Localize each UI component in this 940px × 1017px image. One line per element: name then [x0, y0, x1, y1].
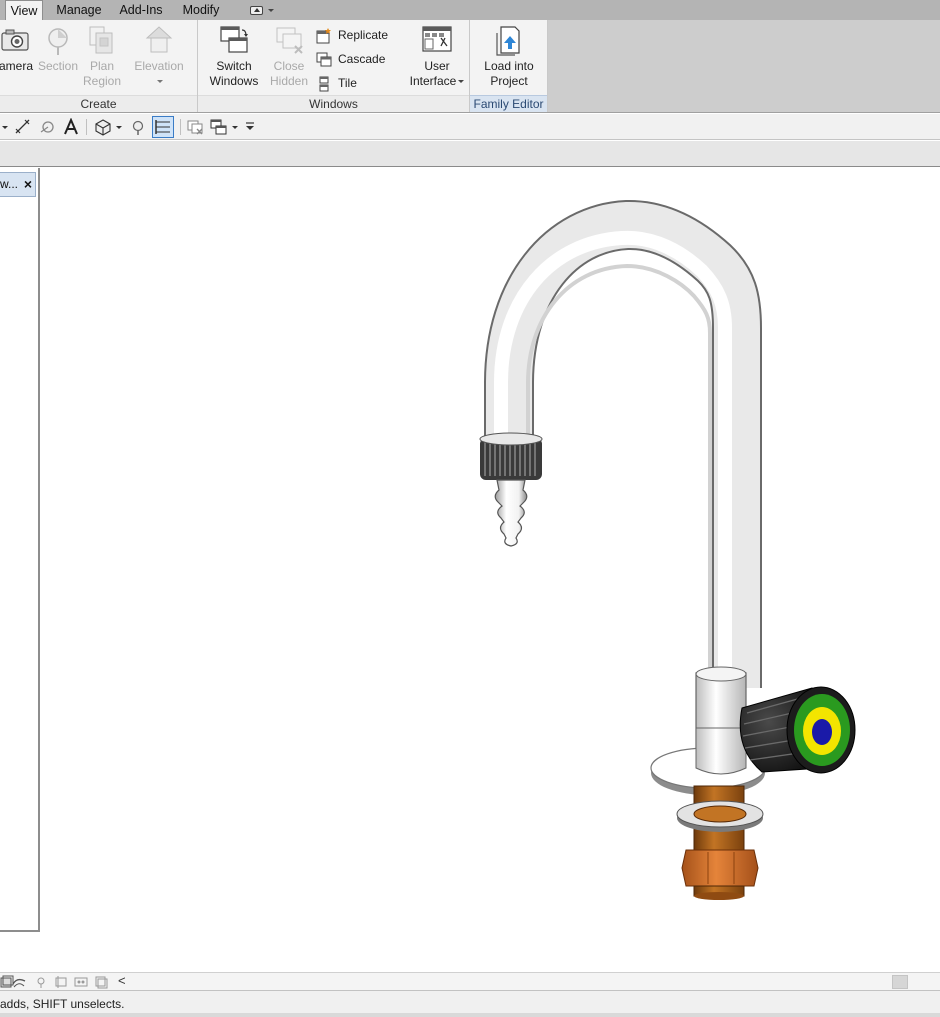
minimize-ribbon-icon: [250, 6, 264, 16]
collapse-view-controls-icon[interactable]: <: [118, 973, 126, 988]
camera-button[interactable]: amera: [0, 24, 34, 74]
close-hidden-button[interactable]: Close Hidden: [268, 24, 310, 89]
text-icon[interactable]: [62, 118, 80, 136]
crop-view-icon[interactable]: [54, 975, 68, 989]
replicate-icon: [316, 28, 331, 44]
elevation-label: Elevation: [134, 59, 184, 73]
switch-windows-button[interactable]: Switch Windows: [208, 24, 260, 104]
shadows-icon[interactable]: [34, 975, 48, 989]
customize-toolbar-icon[interactable]: [244, 118, 256, 136]
drawing-canvas[interactable]: [42, 168, 940, 974]
section-tool-icon[interactable]: [130, 118, 148, 136]
close-icon[interactable]: ×: [24, 173, 32, 196]
show-crop-region-icon[interactable]: [74, 975, 88, 989]
panel-title-windows: Windows: [198, 95, 469, 112]
ribbon-minimize-toggle[interactable]: [246, 0, 278, 20]
switch-windows-label-1: Switch: [216, 59, 252, 73]
close-hidden-label-2: Hidden: [269, 74, 309, 88]
tab-add-ins[interactable]: Add-Ins: [114, 0, 168, 20]
view-control-bar: <: [0, 972, 940, 990]
default-3d-view-icon[interactable]: [94, 118, 112, 136]
temporary-hide-icon[interactable]: [94, 975, 108, 989]
tile-icon: [319, 76, 329, 92]
section-label: Section: [37, 59, 79, 73]
horizontal-scrollbar-thumb[interactable]: [892, 975, 908, 989]
elevation-icon: [145, 26, 173, 53]
panel-family-editor: Load into Project Family Editor: [470, 20, 548, 112]
section-button[interactable]: Section: [36, 24, 80, 74]
replicate-label: Replicate: [338, 28, 389, 42]
close-hidden-icon: [276, 27, 303, 54]
status-bar: adds, SHIFT unselects.: [0, 990, 940, 1017]
palette-title: w...: [0, 177, 19, 191]
tab-modify[interactable]: Modify: [176, 0, 226, 20]
measure-icon[interactable]: [38, 118, 56, 136]
status-bar-strip: [0, 1013, 940, 1017]
toolbar-separator: [86, 119, 87, 135]
chevron-down-icon: [458, 80, 465, 84]
plan-region-icon: [89, 26, 113, 54]
close-hidden-windows-icon[interactable]: [186, 118, 204, 136]
load-into-project-label-1: Load into: [484, 59, 534, 73]
user-interface-button[interactable]: User Interface: [408, 24, 466, 89]
faucet-3d-model[interactable]: [42, 168, 940, 974]
quick-access-toolbar: [0, 114, 940, 140]
cascade-label: Cascade: [338, 52, 386, 66]
user-interface-label-2: Interface: [409, 74, 457, 88]
status-text: adds, SHIFT unselects.: [0, 997, 125, 1011]
ribbon-tab-bar: View Manage Add-Ins Modify: [0, 0, 940, 21]
chevron-down-icon[interactable]: [0, 118, 10, 136]
plan-region-label-2: Region: [82, 74, 122, 88]
cascade-icon: [316, 52, 332, 67]
section-icon: [48, 28, 68, 55]
elevation-button[interactable]: Elevation: [130, 24, 188, 89]
user-interface-label-1: User: [424, 59, 450, 73]
chevron-down-icon[interactable]: [230, 118, 240, 136]
chevron-down-icon: [267, 9, 274, 13]
camera-icon: [1, 29, 29, 51]
load-into-project-button[interactable]: Load into Project: [478, 24, 540, 89]
thin-lines-icon[interactable]: [152, 116, 174, 138]
tab-view[interactable]: View: [5, 0, 43, 21]
panel-title-family-editor: Family Editor: [470, 95, 547, 112]
project-browser-palette: w... ×: [0, 168, 40, 932]
close-hidden-label-1: Close: [273, 59, 305, 73]
revit-window: View Manage Add-Ins Modify amera Section…: [0, 0, 940, 1017]
load-into-project-icon: [496, 26, 520, 56]
chevron-down-icon: [157, 80, 163, 84]
sun-path-icon[interactable]: [12, 975, 26, 989]
tab-manage[interactable]: Manage: [51, 0, 107, 20]
chevron-down-icon[interactable]: [114, 118, 124, 136]
tile-label: Tile: [338, 76, 357, 90]
panel-windows: Switch Windows Close Hidden Replicate Ca…: [198, 20, 470, 112]
ribbon-empty-area: [548, 20, 940, 112]
user-interface-icon: [422, 26, 452, 52]
plan-region-label-1: Plan: [89, 59, 115, 73]
camera-label: amera: [0, 59, 33, 73]
load-into-project-label-2: Project: [490, 74, 528, 88]
switch-windows-icon[interactable]: [210, 118, 228, 136]
switch-windows-icon: [220, 26, 248, 53]
panel-create: amera Section Plan Region Elevation Crea…: [0, 20, 198, 112]
switch-windows-label-2: Windows: [209, 74, 259, 88]
panel-title-create: Create: [0, 95, 197, 112]
faucet-handle-knob[interactable]: [739, 686, 856, 774]
aligned-dimension-icon[interactable]: [14, 118, 32, 136]
faucet-body: [479, 200, 766, 900]
toolbar-separator: [180, 119, 181, 135]
palette-header: w... ×: [0, 172, 36, 197]
options-bar: [0, 141, 940, 167]
plan-region-button[interactable]: Plan Region: [80, 24, 124, 89]
